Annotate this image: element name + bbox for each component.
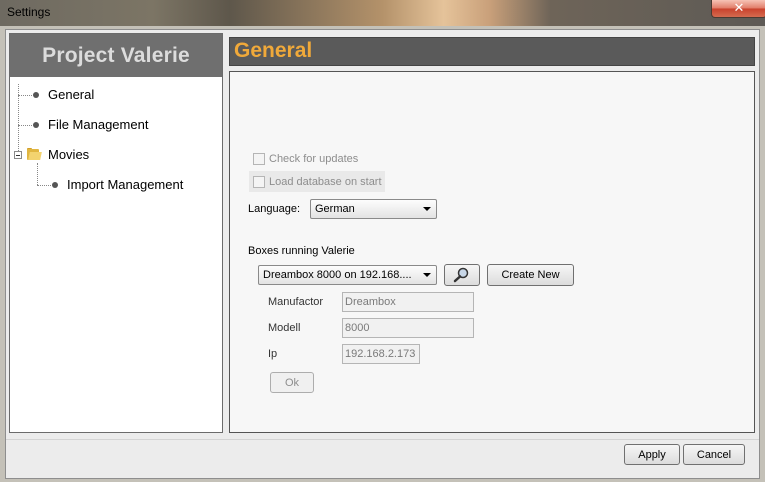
window-frame: Project Valerie General File Management … [0, 26, 765, 482]
tree-connector [37, 163, 38, 185]
manufactor-label: Manufactor [268, 296, 324, 308]
footer-divider [6, 439, 759, 440]
window-title: Settings [7, 5, 51, 19]
check-updates-label: Check for updates [269, 153, 359, 165]
manufactor-field[interactable]: Dreambox [342, 292, 474, 312]
app-title-header: Project Valerie [10, 34, 222, 77]
check-updates-checkbox[interactable] [253, 153, 265, 165]
navigation-panel: Project Valerie General File Management … [9, 33, 223, 433]
search-box-button[interactable] [444, 264, 480, 286]
tree-connector [18, 125, 32, 126]
modell-label: Modell [268, 322, 301, 334]
title-bar[interactable]: Settings ✕ [0, 0, 765, 26]
section-title: General [234, 39, 313, 62]
tree-item-movies[interactable]: Movies [48, 147, 89, 162]
tree-connector [37, 185, 51, 186]
tree-bullet-icon [52, 182, 58, 188]
settings-content: Project Valerie General File Management … [5, 29, 760, 479]
language-value: German [315, 203, 355, 215]
collapse-icon[interactable] [14, 151, 22, 159]
chevron-down-icon [423, 207, 431, 211]
box-select[interactable]: Dreambox 8000 on 192.168.... [258, 265, 437, 285]
app-title: Project Valerie [42, 43, 190, 67]
create-new-button[interactable]: Create New [487, 264, 574, 286]
chevron-down-icon [423, 273, 431, 277]
tree-connector [18, 95, 32, 96]
close-icon: ✕ [733, 1, 745, 16]
section-header: General [229, 37, 755, 66]
magnifier-icon [453, 267, 469, 283]
settings-window: Settings ✕ Project Valerie General File … [0, 0, 765, 482]
tree-bullet-icon [33, 92, 39, 98]
boxes-label: Boxes running Valerie [248, 245, 355, 257]
language-label: Language: [248, 203, 300, 215]
load-db-label: Load database on start [269, 176, 382, 188]
language-select[interactable]: German [310, 199, 437, 219]
apply-button[interactable]: Apply [624, 444, 680, 465]
ip-label: Ip [268, 348, 278, 360]
tree-item-import-management[interactable]: Import Management [67, 177, 183, 192]
general-settings-panel: Check for updates Load database on start… [229, 71, 755, 433]
ip-field[interactable]: 192.168.2.173 [342, 344, 420, 364]
modell-field[interactable]: 8000 [342, 318, 474, 338]
tree-connector [18, 84, 19, 155]
cancel-button[interactable]: Cancel [683, 444, 745, 465]
tree-bullet-icon [33, 122, 39, 128]
tree-item-file-management[interactable]: File Management [48, 117, 148, 132]
tree-item-general[interactable]: General [48, 87, 94, 102]
close-button[interactable]: ✕ [711, 0, 765, 18]
ok-button[interactable]: Ok [270, 372, 314, 393]
box-selected-value: Dreambox 8000 on 192.168.... [263, 269, 412, 281]
folder-icon [27, 148, 42, 160]
load-db-checkbox[interactable] [253, 176, 265, 188]
